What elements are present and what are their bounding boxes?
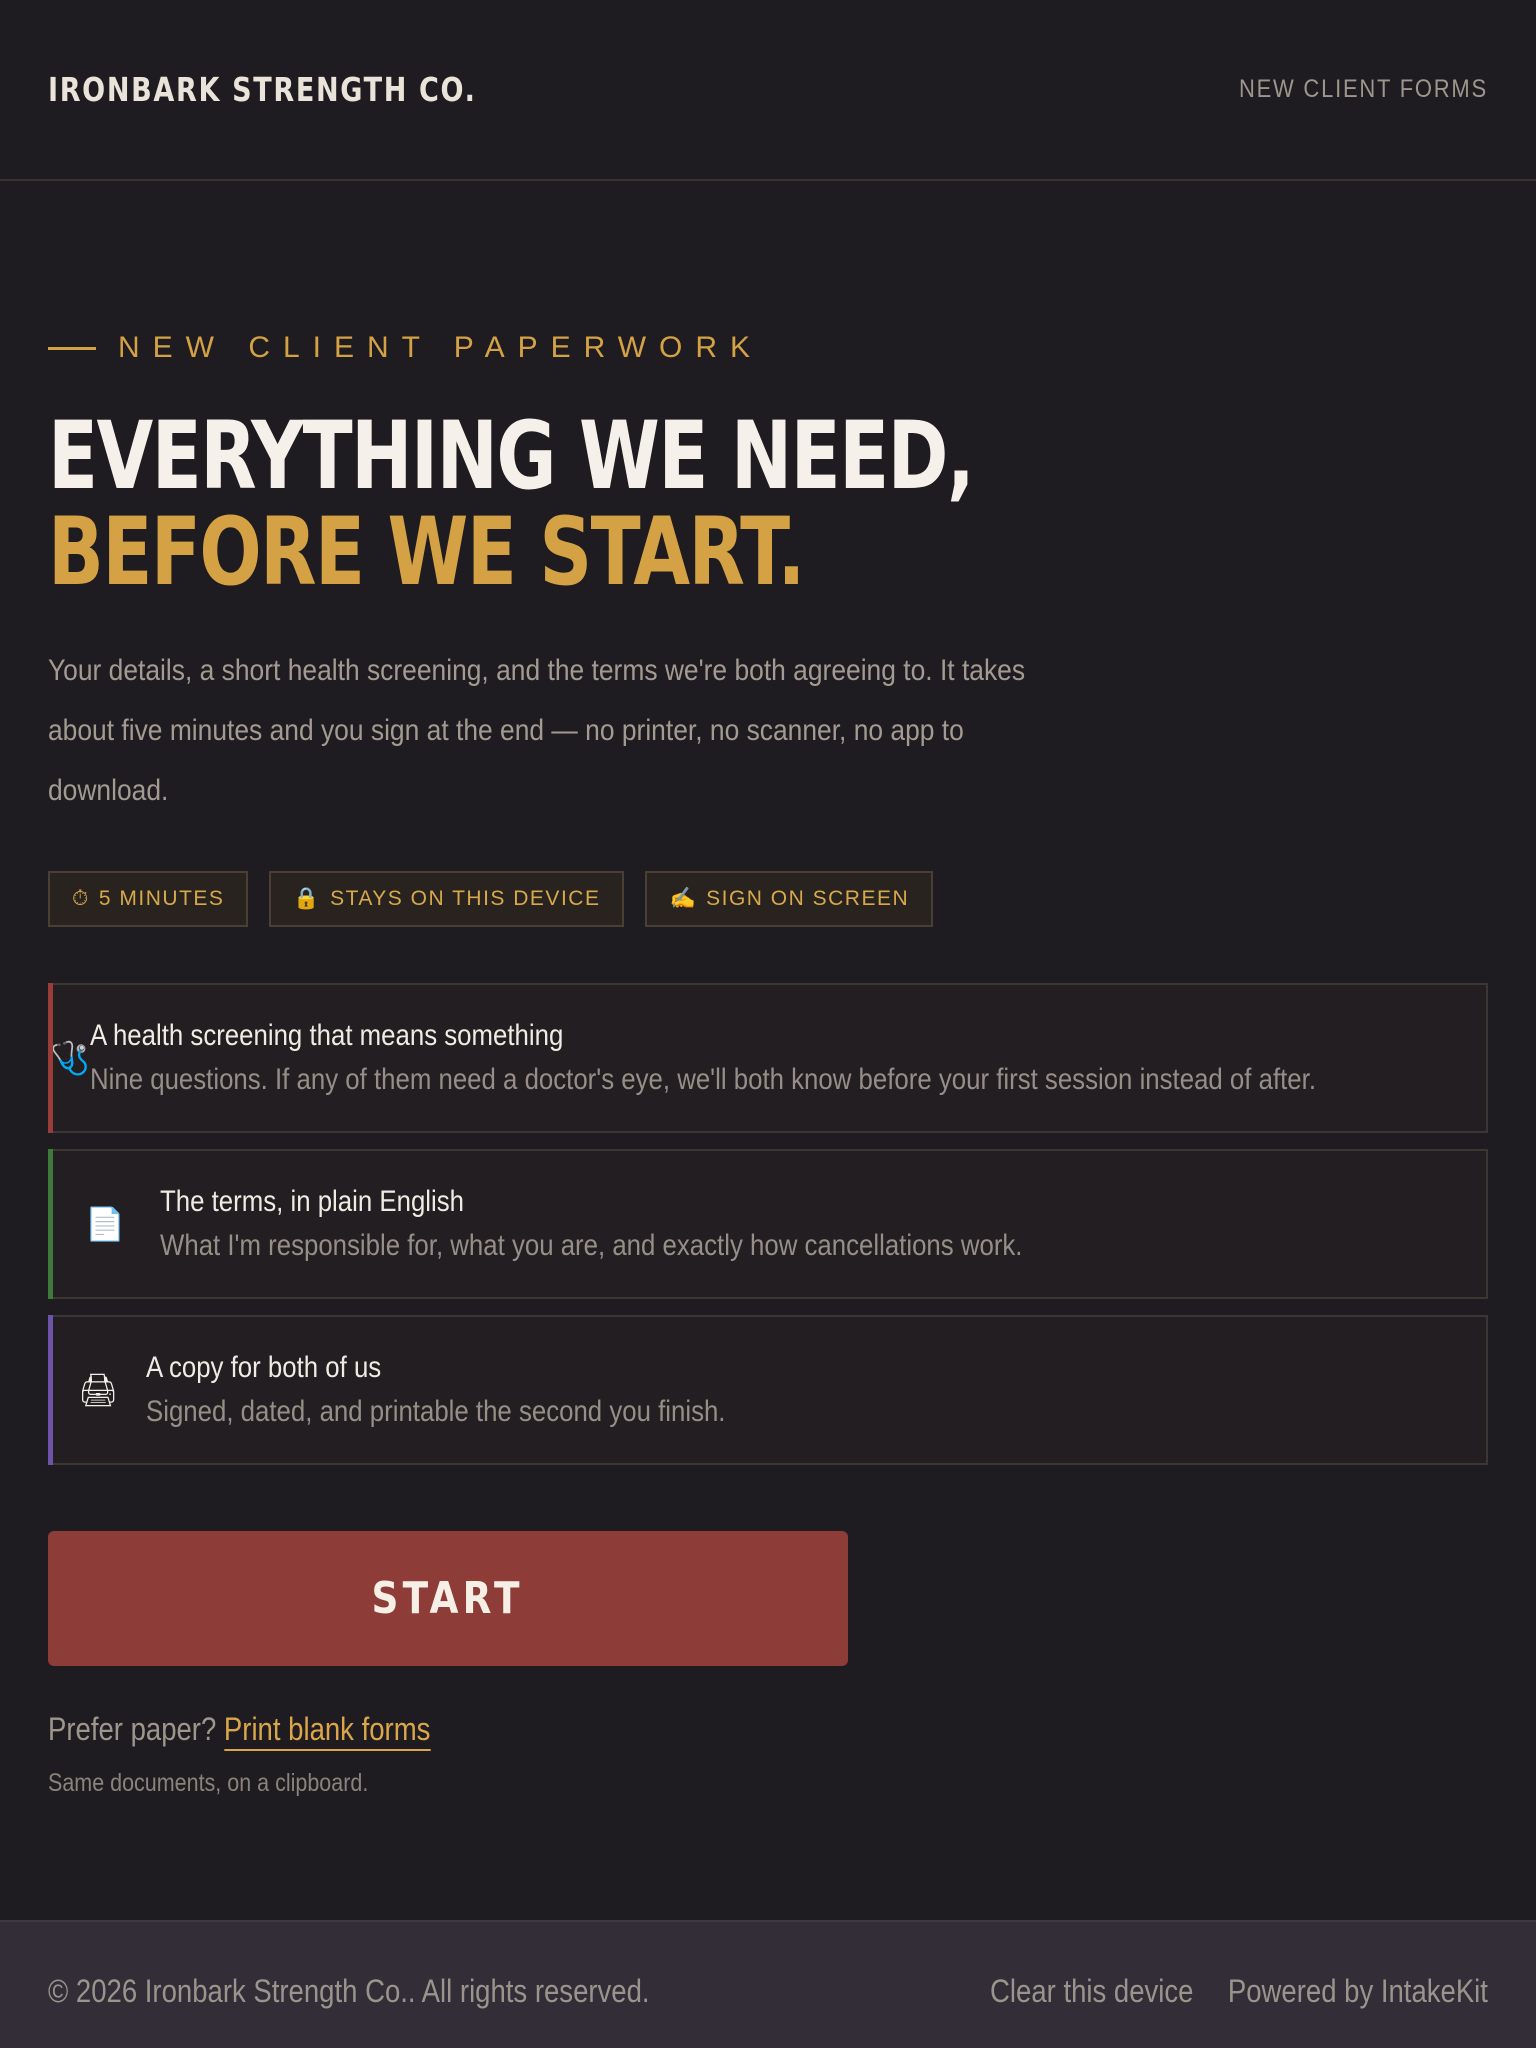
stopwatch-icon: ⏱ bbox=[72, 887, 90, 910]
lock-icon: 🔒 bbox=[293, 887, 322, 910]
badge-label: SIGN ON SCREEN bbox=[706, 887, 910, 910]
document-icon: 📄 bbox=[85, 1206, 125, 1242]
start-button[interactable]: START bbox=[48, 1531, 848, 1666]
powered-by-link[interactable]: Powered by IntakeKit bbox=[1228, 1973, 1488, 2010]
card-description: Nine questions. If any of them need a do… bbox=[89, 1063, 1316, 1096]
feature-badges: ⏱ 5 MINUTES 🔒 STAYS ON THIS DEVICE ✍ SIG… bbox=[48, 871, 934, 927]
eyebrow-text: NEW CLIENT PAPERWORK bbox=[118, 331, 764, 364]
page-title: EVERYTHING WE NEED, BEFORE WE START. bbox=[48, 402, 975, 607]
copyright: © 2026 Ironbark Strength Co.. All rights… bbox=[48, 1972, 650, 2009]
badge-label: 5 MINUTES bbox=[98, 887, 225, 910]
stethoscope-icon: 🩺 bbox=[50, 1040, 90, 1076]
card-title: The terms, in plain English bbox=[160, 1185, 465, 1218]
badge-duration: ⏱ 5 MINUTES bbox=[48, 871, 249, 927]
eyebrow-rule bbox=[48, 346, 96, 350]
card-copy: 🖨 A copy for both of us Signed, dated, a… bbox=[48, 1315, 1488, 1465]
card-accent-bar bbox=[48, 1149, 53, 1299]
writing-hand-icon: ✍ bbox=[669, 887, 698, 910]
card-accent-bar bbox=[48, 1315, 53, 1465]
site-footer: © 2026 Ironbark Strength Co.. All rights… bbox=[0, 1920, 1536, 2048]
info-cards: 🩺 A health screening that means somethin… bbox=[48, 983, 1488, 1481]
card-title: A health screening that means something bbox=[89, 1019, 564, 1052]
badge-signature: ✍ SIGN ON SCREEN bbox=[645, 871, 934, 927]
paper-option: Prefer paper? Print blank forms bbox=[48, 1711, 431, 1751]
intro-text: Your details, a short health screening, … bbox=[48, 654, 1026, 807]
clear-device-link[interactable]: Clear this device bbox=[990, 1973, 1193, 2010]
card-title: A copy for both of us bbox=[146, 1351, 382, 1384]
card-accent-bar bbox=[48, 983, 53, 1133]
paper-subtext: Same documents, on a clipboard. bbox=[48, 1769, 369, 1797]
badge-label: STAYS ON THIS DEVICE bbox=[330, 887, 601, 910]
headline-line-2: BEFORE WE START. bbox=[48, 498, 805, 607]
eyebrow: NEW CLIENT PAPERWORK bbox=[48, 331, 763, 365]
headline-line-1: EVERYTHING WE NEED, bbox=[48, 402, 975, 511]
start-button-label: START bbox=[371, 1573, 525, 1624]
card-health-screening: 🩺 A health screening that means somethin… bbox=[48, 983, 1488, 1133]
card-description: What I'm responsible for, what you are, … bbox=[160, 1229, 1023, 1262]
print-blank-forms-link[interactable]: Print blank forms bbox=[223, 1711, 431, 1751]
brand-name: IRONBARK STRENGTH CO. bbox=[48, 70, 477, 109]
site-header: IRONBARK STRENGTH CO. NEW CLIENT FORMS bbox=[0, 0, 1536, 181]
new-client-forms-link[interactable]: NEW CLIENT FORMS bbox=[1239, 75, 1488, 104]
badge-privacy: 🔒 STAYS ON THIS DEVICE bbox=[269, 871, 625, 927]
printer-icon: 🖨 bbox=[77, 1372, 119, 1408]
card-description: Signed, dated, and printable the second … bbox=[146, 1395, 726, 1428]
footer-links: Clear this device Powered by IntakeKit bbox=[990, 1973, 1488, 2010]
card-terms: 📄 The terms, in plain English What I'm r… bbox=[48, 1149, 1488, 1299]
paper-prefix: Prefer paper? bbox=[48, 1711, 217, 1747]
